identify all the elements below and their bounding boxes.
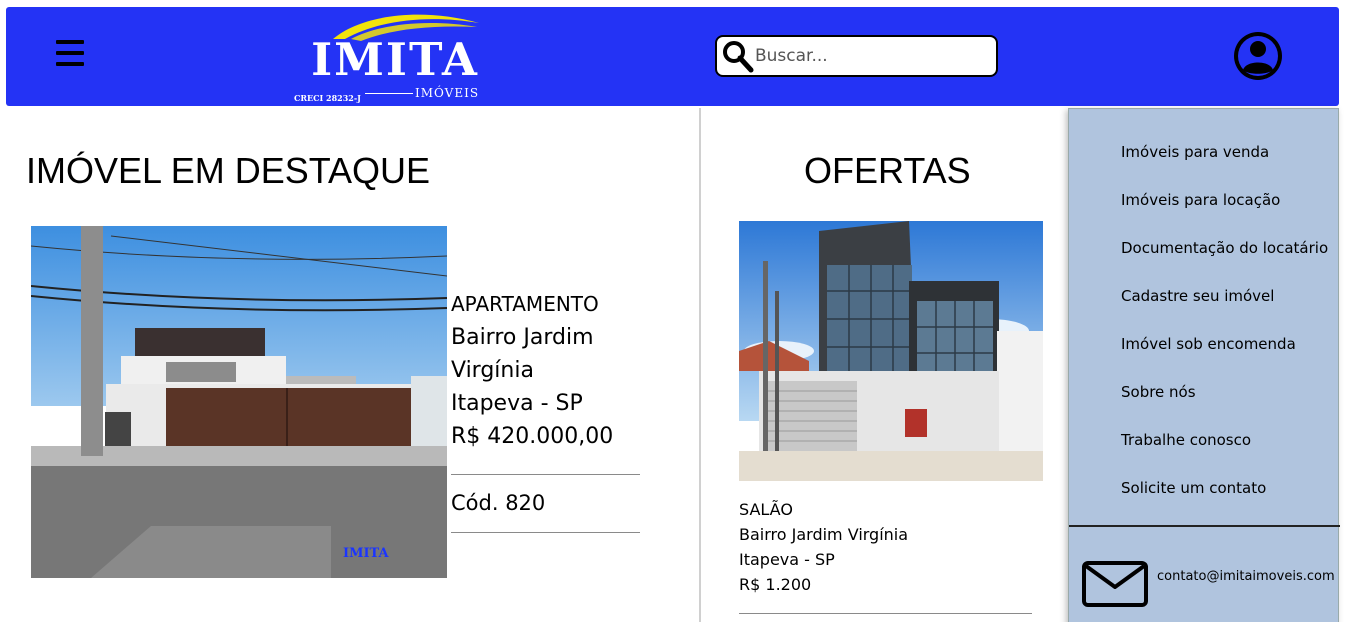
offers-title: OFERTAS — [804, 150, 971, 191]
logo-creci: CRECI 28232-J — [294, 93, 361, 103]
menu-item-trabalhe-conosco[interactable]: Trabalhe conosco — [1121, 431, 1251, 449]
menu-item-imoveis-locacao[interactable]: Imóveis para locação — [1121, 191, 1280, 209]
featured-info: APARTAMENTO Bairro Jardim Virgínia Itape… — [451, 288, 641, 533]
menu-item-sobre-nos[interactable]: Sobre nós — [1121, 383, 1196, 401]
search-box — [715, 35, 998, 77]
featured-watermark: IMITA — [343, 546, 390, 561]
logo-divider — [365, 93, 413, 94]
offer-card-info: SALÃO Bairro Jardim Virgínia Itapeva - S… — [739, 497, 908, 597]
menu-divider — [1069, 525, 1340, 527]
offer-property-image[interactable] — [739, 221, 1043, 481]
menu-item-sob-encomenda[interactable]: Imóvel sob encomenda — [1121, 335, 1296, 353]
menu-item-cadastre-imovel[interactable]: Cadastre seu imóvel — [1121, 287, 1274, 305]
logo-brand: IMITA — [311, 33, 479, 86]
menu-item-imoveis-venda[interactable]: Imóveis para venda — [1121, 143, 1269, 161]
offer-price: R$ 1.200 — [739, 575, 812, 594]
featured-city: Itapeva - SP — [451, 391, 583, 416]
side-menu-dropdown: Imóveis para venda Imóveis para locação … — [1068, 108, 1340, 622]
contact-email-link[interactable]: contato@imitaimoveis.com — [1157, 569, 1335, 584]
featured-property-image[interactable]: IMITA — [31, 226, 447, 578]
offer-type: SALÃO — [739, 500, 793, 519]
site-logo[interactable]: IMITA CRECI 28232-J IMÓVEIS — [291, 9, 501, 105]
mail-icon[interactable] — [1082, 561, 1148, 607]
featured-price: R$ 420.000,00 — [451, 424, 614, 449]
featured-code: Cód. 820 — [451, 491, 546, 515]
offer-divider — [739, 613, 1032, 614]
site-header: IMITA CRECI 28232-J IMÓVEIS — [6, 7, 1339, 106]
featured-type: APARTAMENTO — [451, 292, 599, 316]
column-divider — [699, 108, 701, 622]
offer-city: Itapeva - SP — [739, 550, 835, 569]
user-avatar-icon[interactable] — [1232, 30, 1284, 82]
hamburger-menu-icon[interactable] — [56, 40, 84, 66]
search-icon[interactable] — [721, 40, 755, 74]
search-input[interactable] — [755, 43, 990, 69]
offer-neighborhood: Bairro Jardim Virgínia — [739, 525, 909, 544]
logo-subtitle: IMÓVEIS — [415, 86, 480, 100]
featured-neighborhood-1: Bairro Jardim — [451, 325, 594, 350]
featured-neighborhood-2: Virgínia — [451, 358, 534, 383]
menu-item-documentacao[interactable]: Documentação do locatário — [1121, 239, 1328, 257]
featured-title: IMÓVEL EM DESTAQUE — [26, 150, 431, 191]
menu-item-solicite-contato[interactable]: Solicite um contato — [1121, 479, 1266, 497]
featured-divider-bottom — [451, 532, 640, 533]
